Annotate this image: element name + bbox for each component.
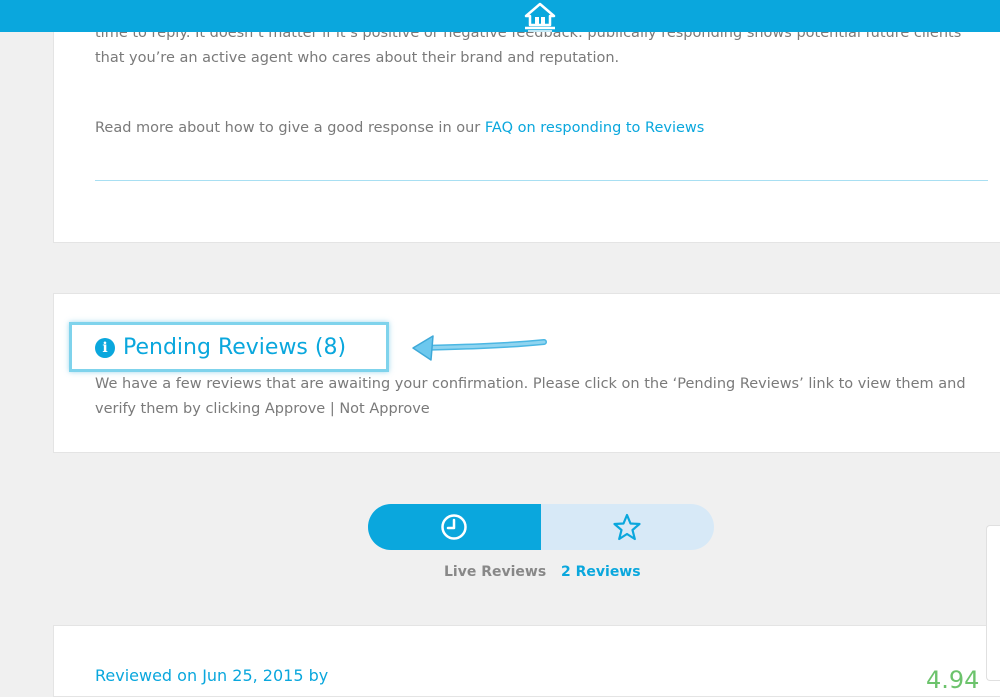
pending-desc-line-1: We have a few reviews that are awaiting …	[95, 376, 966, 392]
read-more-prefix: Read more about how to give a good respo…	[95, 120, 485, 136]
review-view-toggle	[368, 504, 714, 550]
intro-card: time to reply. It doesn’t matter if it’s…	[53, 0, 1000, 243]
info-icon: i	[95, 338, 115, 358]
pending-reviews-link[interactable]: i Pending Reviews (8)	[95, 333, 346, 363]
faq-link[interactable]: FAQ on responding to Reviews	[485, 120, 704, 136]
top-header-bar	[0, 0, 1000, 32]
house-icon[interactable]	[523, 2, 557, 32]
pending-desc-line-2: verify them by clicking Approve | Not Ap…	[95, 401, 430, 417]
reviewed-on-text: Reviewed on Jun 25, 2015 by	[95, 666, 329, 685]
side-feedback-tab[interactable]	[986, 525, 1000, 681]
reviews-toggle-button[interactable]	[541, 504, 714, 550]
live-reviews-label[interactable]: Live Reviews	[444, 563, 546, 581]
pending-reviews-card: i Pending Reviews (8) We have a few revie…	[53, 293, 1000, 453]
rating-score: 4.94	[926, 666, 980, 694]
read-more-text: Read more about how to give a good respo…	[95, 116, 704, 140]
review-card: Reviewed on Jun 25, 2015 by 4.94	[53, 625, 1000, 697]
reviews-count-label[interactable]: 2 Reviews	[561, 563, 641, 581]
divider	[95, 180, 988, 181]
clock-icon	[441, 514, 467, 540]
live-reviews-toggle-button[interactable]	[368, 504, 541, 550]
star-icon	[613, 513, 641, 541]
pointer-arrow-icon	[412, 335, 547, 361]
intro-text-line-2: that you’re an active agent who cares ab…	[95, 50, 620, 66]
pending-reviews-title: Pending Reviews (8)	[123, 335, 347, 360]
